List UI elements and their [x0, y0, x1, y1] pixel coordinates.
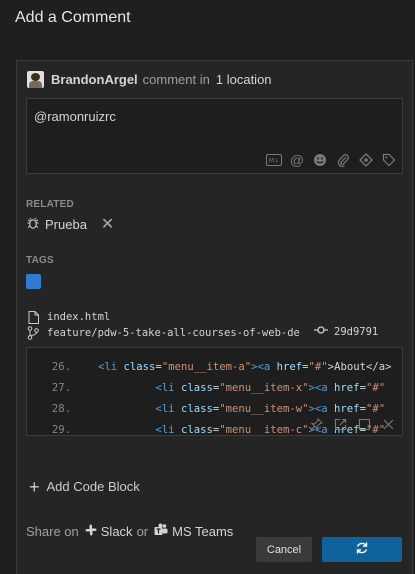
related-item-name: Prueba [45, 216, 87, 232]
branch-name: feature/pdw-5-take-all-courses-of-web-de [47, 327, 300, 339]
add-code-block-button[interactable]: + Add Code Block [29, 476, 140, 497]
code-line: 27. <li class = "menu__item-x" ><a href = "#" [51, 382, 386, 394]
comment-header: BrandonArgel comment in 1 location [27, 70, 272, 88]
file-row: index.html [26, 309, 110, 325]
code-block: 26. <li class = "menu__item-a" ><a href = "#" >… [26, 347, 403, 436]
pin-icon[interactable] [308, 417, 324, 431]
avatar [27, 70, 44, 88]
sync-icon [355, 541, 369, 558]
ms-teams-icon[interactable] [154, 523, 168, 539]
comment-textarea[interactable]: @ramonruizrc M↓ @ [26, 98, 403, 174]
remove-related-icon[interactable]: ✕ [101, 214, 114, 234]
share-or: or [136, 523, 149, 539]
codemark-icon[interactable] [357, 152, 375, 168]
tag-icon[interactable] [380, 152, 398, 168]
open-external-icon[interactable] [332, 417, 348, 431]
cancel-button[interactable]: Cancel [256, 537, 312, 562]
share-prefix: Share on [26, 523, 79, 539]
commit-row: 29d9791 [314, 325, 378, 338]
share-row: Share on Slack or MS Teams [26, 523, 233, 539]
related-label: RELATED [26, 199, 74, 210]
comment-text[interactable]: @ramonruizrc [34, 109, 116, 124]
code-block-actions [308, 417, 396, 431]
slack-link[interactable]: Slack [101, 524, 133, 539]
tags-label: TAGS [26, 255, 54, 266]
comment-panel: BrandonArgel comment in 1 location @ramo… [16, 60, 413, 574]
file-icon [26, 310, 40, 324]
tag-swatch[interactable] [26, 274, 41, 289]
slack-icon[interactable] [85, 524, 97, 539]
location-link[interactable]: 1 location [216, 72, 272, 87]
editor-toolbar: M↓ @ [265, 152, 398, 168]
checkbox-icon[interactable] [356, 417, 372, 431]
related-item[interactable]: Prueba ✕ [26, 215, 114, 233]
svg-text:M↓: M↓ [269, 158, 279, 165]
code-line: 26. <li class = "menu__item-a" ><a href = "#" >… [51, 361, 392, 373]
mention-icon[interactable]: @ [288, 152, 306, 168]
plus-icon: + [29, 476, 40, 497]
markdown-icon[interactable]: M↓ [265, 152, 283, 168]
git-branch-icon [26, 326, 40, 340]
bug-icon [26, 216, 40, 233]
author-name: BrandonArgel [51, 71, 138, 87]
branch-row: feature/pdw-5-take-all-courses-of-web-de [26, 325, 300, 341]
git-commit-icon [314, 325, 328, 338]
dialog-title: Add a Comment [15, 9, 131, 26]
attachment-icon[interactable] [334, 152, 352, 168]
ms-teams-link[interactable]: MS Teams [172, 524, 233, 539]
file-name: index.html [47, 311, 111, 323]
submit-button[interactable] [322, 537, 402, 562]
emoji-icon[interactable] [311, 152, 329, 168]
header-middle-text: comment in [142, 71, 210, 87]
close-icon[interactable] [380, 417, 396, 431]
add-code-block-label: Add Code Block [46, 479, 140, 494]
commit-hash: 29d9791 [334, 325, 379, 338]
